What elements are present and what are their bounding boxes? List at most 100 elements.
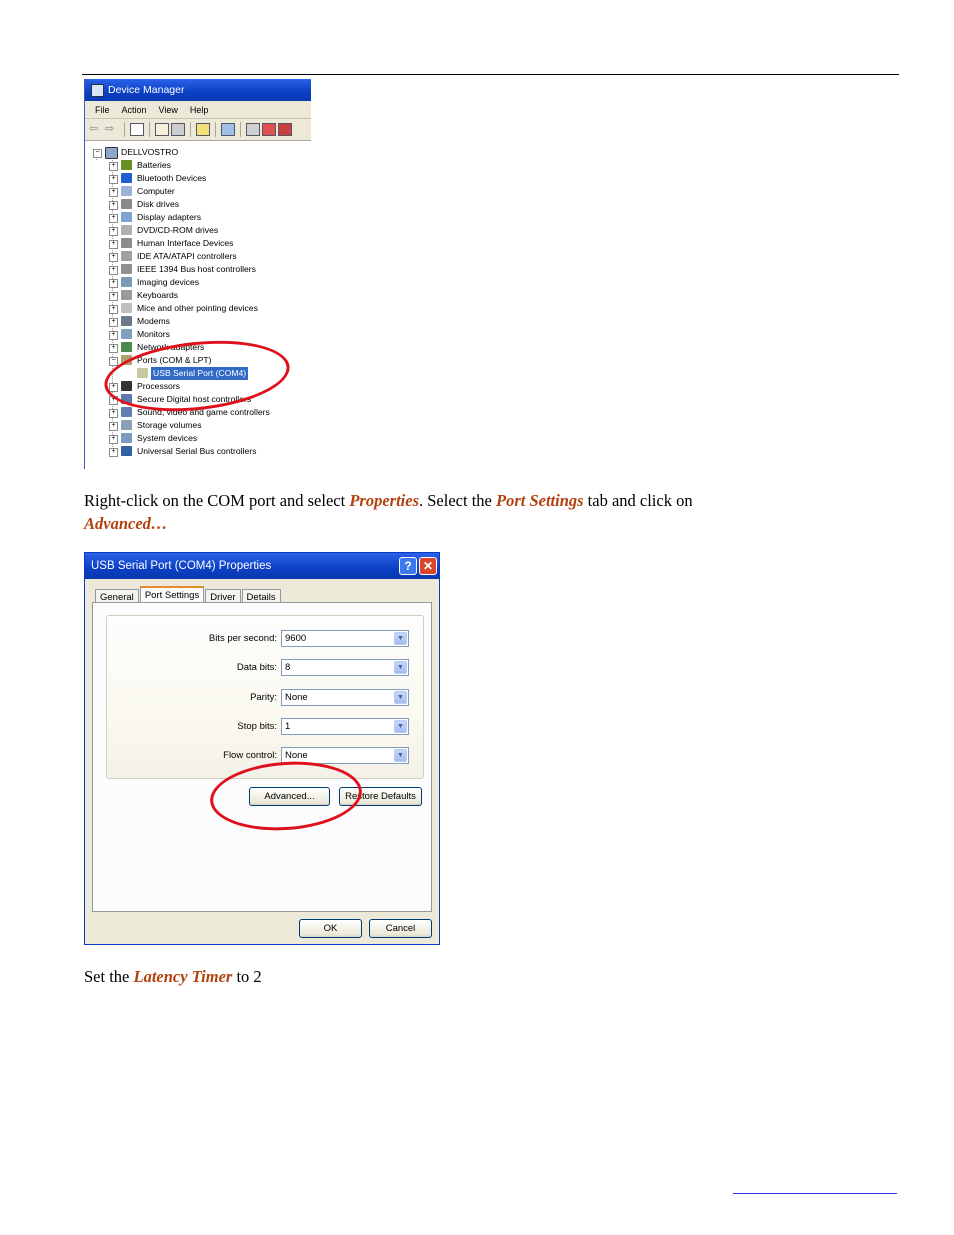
expand-icon[interactable]: + — [109, 305, 118, 314]
device-category-icon — [121, 303, 132, 313]
setting-row-bits-per-second: Bits per second: 9600 ▼ — [107, 630, 423, 648]
toolbar: ⇦ ⇨ — [85, 119, 311, 141]
tree-item-ieee-1394-bus-host-controllers[interactable]: + IEEE 1394 Bus host controllers — [85, 263, 311, 276]
tree-item-bluetooth-devices[interactable]: + Bluetooth Devices — [85, 172, 311, 185]
help-icon[interactable] — [196, 123, 210, 136]
expand-icon[interactable]: + — [109, 409, 118, 418]
expand-icon[interactable]: + — [109, 214, 118, 223]
expand-icon[interactable]: + — [109, 331, 118, 340]
expand-icon[interactable]: + — [109, 188, 118, 197]
tree-item-label: Computer — [137, 186, 175, 196]
forward-arrow-icon[interactable]: ⇨ — [105, 123, 119, 136]
tree-item-batteries[interactable]: + Batteries — [85, 159, 311, 172]
toolbar-separator — [124, 122, 125, 137]
properties-icon[interactable] — [155, 123, 169, 136]
data-bits-label: Data bits: — [236, 662, 277, 673]
chevron-down-icon[interactable]: ▼ — [394, 632, 407, 645]
expand-icon[interactable]: + — [109, 422, 118, 431]
help-button[interactable]: ? — [399, 557, 417, 575]
expand-icon[interactable]: + — [109, 253, 118, 262]
instruction-paragraph-2: Set the Latency Timer to 2 — [84, 965, 262, 988]
chevron-down-icon[interactable]: ▼ — [394, 749, 407, 762]
tree-item-monitors[interactable]: + Monitors — [85, 328, 311, 341]
expand-icon[interactable]: + — [109, 201, 118, 210]
close-button[interactable]: ✕ — [419, 557, 437, 575]
expand-icon[interactable]: + — [109, 266, 118, 275]
device-category-icon — [121, 238, 132, 248]
tree-item-dvd-cd-rom-drives[interactable]: + DVD/CD-ROM drives — [85, 224, 311, 237]
tree-item-display-adapters[interactable]: + Display adapters — [85, 211, 311, 224]
tree-item-disk-drives[interactable]: + Disk drives — [85, 198, 311, 211]
expand-icon[interactable]: + — [109, 292, 118, 301]
tree-item-label: IEEE 1394 Bus host controllers — [137, 264, 256, 274]
tree-item-label: Display adapters — [137, 212, 202, 222]
expand-icon[interactable]: + — [109, 279, 118, 288]
menu-action[interactable]: Action — [116, 105, 153, 115]
highlight-properties: Properties — [349, 491, 419, 510]
device-category-icon — [121, 342, 132, 352]
instruction-paragraph-1: Right-click on the COM port and select P… — [84, 489, 693, 535]
uninstall-device-icon[interactable] — [278, 123, 292, 136]
stop-bits-label: Stop bits: — [237, 721, 277, 732]
update-driver-icon[interactable] — [246, 123, 260, 136]
bits-per-second-select[interactable]: 9600 ▼ — [281, 630, 409, 647]
device-tree: − DELLVOSTRO + Batteries + Bluetooth Device… — [85, 141, 311, 458]
device-category-icon — [121, 186, 132, 196]
bits-per-second-value: 9600 — [285, 633, 307, 644]
device-category-icon — [121, 251, 132, 261]
tree-item-imaging-devices[interactable]: + Imaging devices — [85, 276, 311, 289]
device-category-icon — [121, 316, 132, 326]
tree-item-storage-volumes[interactable]: + Storage volumes — [85, 419, 311, 432]
highlight-port-settings: Port Settings — [495, 491, 584, 510]
instruction-text: to 2 — [232, 967, 262, 986]
back-arrow-icon[interactable]: ⇦ — [89, 123, 103, 136]
tree-root[interactable]: − DELLVOSTRO — [85, 146, 311, 159]
flow-control-label: Flow control: — [223, 750, 277, 761]
ok-button[interactable]: OK — [299, 919, 362, 938]
instruction-text: Set the — [84, 967, 134, 986]
expand-icon[interactable]: + — [109, 227, 118, 236]
collapse-icon[interactable]: − — [93, 149, 102, 158]
print-icon[interactable] — [171, 123, 185, 136]
tree-item-mice-and-other-pointing-devices[interactable]: + Mice and other pointing devices — [85, 302, 311, 315]
expand-icon[interactable]: + — [109, 435, 118, 444]
device-category-icon — [121, 212, 132, 222]
expand-icon[interactable]: + — [109, 240, 118, 249]
scan-hardware-icon[interactable] — [221, 123, 235, 136]
expand-icon[interactable]: + — [109, 162, 118, 171]
tree-item-ide-ata-atapi-controllers[interactable]: + IDE ATA/ATAPI controllers — [85, 250, 311, 263]
data-bits-select[interactable]: 8 ▼ — [281, 659, 409, 676]
chevron-down-icon[interactable]: ▼ — [394, 661, 407, 674]
chevron-down-icon[interactable]: ▼ — [394, 691, 407, 704]
expand-icon[interactable]: + — [109, 318, 118, 327]
toolbar-separator — [215, 122, 216, 137]
setting-row-data-bits: Data bits: 8 ▼ — [107, 659, 423, 677]
instruction-text: . Select the — [419, 491, 496, 510]
tree-item-label: Universal Serial Bus controllers — [137, 446, 257, 456]
stop-bits-select[interactable]: 1 ▼ — [281, 718, 409, 735]
tree-item-universal-serial-bus-controllers[interactable]: + Universal Serial Bus controllers — [85, 445, 311, 458]
tree-item-computer[interactable]: + Computer — [85, 185, 311, 198]
tree-root-label: DELLVOSTRO — [121, 147, 179, 157]
expand-icon[interactable]: + — [109, 448, 118, 457]
device-category-icon — [121, 199, 132, 209]
menu-help[interactable]: Help — [184, 105, 215, 115]
menu-view[interactable]: View — [153, 105, 184, 115]
console-tree-icon[interactable] — [130, 123, 144, 136]
flow-control-value: None — [285, 750, 308, 761]
parity-select[interactable]: None ▼ — [281, 689, 409, 706]
tree-item-keyboards[interactable]: + Keyboards — [85, 289, 311, 302]
tree-item-label: Human Interface Devices — [137, 238, 234, 248]
disable-device-icon[interactable] — [262, 123, 276, 136]
menu-file[interactable]: File — [89, 105, 116, 115]
chevron-down-icon[interactable]: ▼ — [394, 720, 407, 733]
port-settings-panel: Bits per second: 9600 ▼ Data bits: 8 ▼ Par… — [92, 602, 432, 912]
expand-icon[interactable]: + — [109, 344, 118, 353]
tree-item-system-devices[interactable]: + System devices — [85, 432, 311, 445]
footer-link-underline[interactable] — [733, 1193, 897, 1194]
expand-icon[interactable]: + — [109, 175, 118, 184]
tree-item-human-interface-devices[interactable]: + Human Interface Devices — [85, 237, 311, 250]
tree-item-modems[interactable]: + Modems — [85, 315, 311, 328]
cancel-button[interactable]: Cancel — [369, 919, 432, 938]
device-manager-window: Device Manager File Action View Help ⇦ ⇨… — [84, 79, 311, 469]
